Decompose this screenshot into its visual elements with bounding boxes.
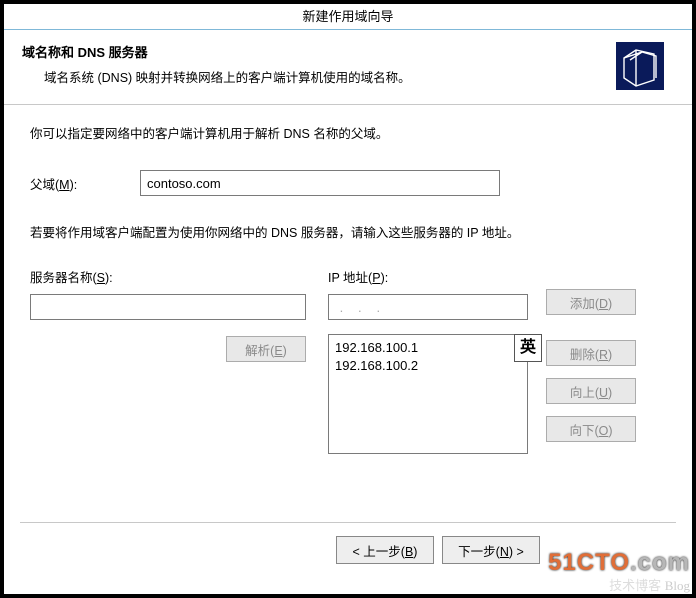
server-name-input[interactable] [30,294,306,320]
ip-address-input[interactable] [328,294,528,320]
parent-domain-label: 父域(M): [30,174,140,193]
header-subtitle: 域名系统 (DNS) 映射并转换网络上的客户端计算机使用的域名称。 [44,67,616,86]
back-button[interactable]: < 上一步(B) [336,536,434,564]
dns-note: 若要将作用域客户端配置为使用你网络中的 DNS 服务器，请输入这些服务器的 IP… [30,222,666,241]
add-button[interactable]: 添加(D) [546,289,636,315]
intro-text: 你可以指定要网络中的客户端计算机用于解析 DNS 名称的父域。 [30,123,666,142]
window-title: 新建作用域向导 [4,4,692,30]
footer-separator [20,522,676,523]
parent-domain-input[interactable] [140,170,500,196]
delete-button[interactable]: 删除(R) [546,340,636,366]
resolve-button[interactable]: 解析(E) [226,336,306,362]
next-button[interactable]: 下一步(N) > [442,536,540,564]
ip-address-label: IP 地址(P): [328,267,534,286]
move-down-button[interactable]: 向下(O) [546,416,636,442]
header-title: 域名称和 DNS 服务器 [22,42,616,61]
ime-indicator[interactable]: 英 [514,334,542,362]
ip-list-item[interactable]: 192.168.100.1 [335,339,521,357]
scope-icon [616,42,664,90]
ip-list-item[interactable]: 192.168.100.2 [335,357,521,375]
server-name-label: 服务器名称(S): [30,267,312,286]
wizard-header: 域名称和 DNS 服务器 域名系统 (DNS) 映射并转换网络上的客户端计算机使… [4,30,692,105]
ip-address-list[interactable]: 192.168.100.1192.168.100.2 [328,334,528,454]
move-up-button[interactable]: 向上(U) [546,378,636,404]
